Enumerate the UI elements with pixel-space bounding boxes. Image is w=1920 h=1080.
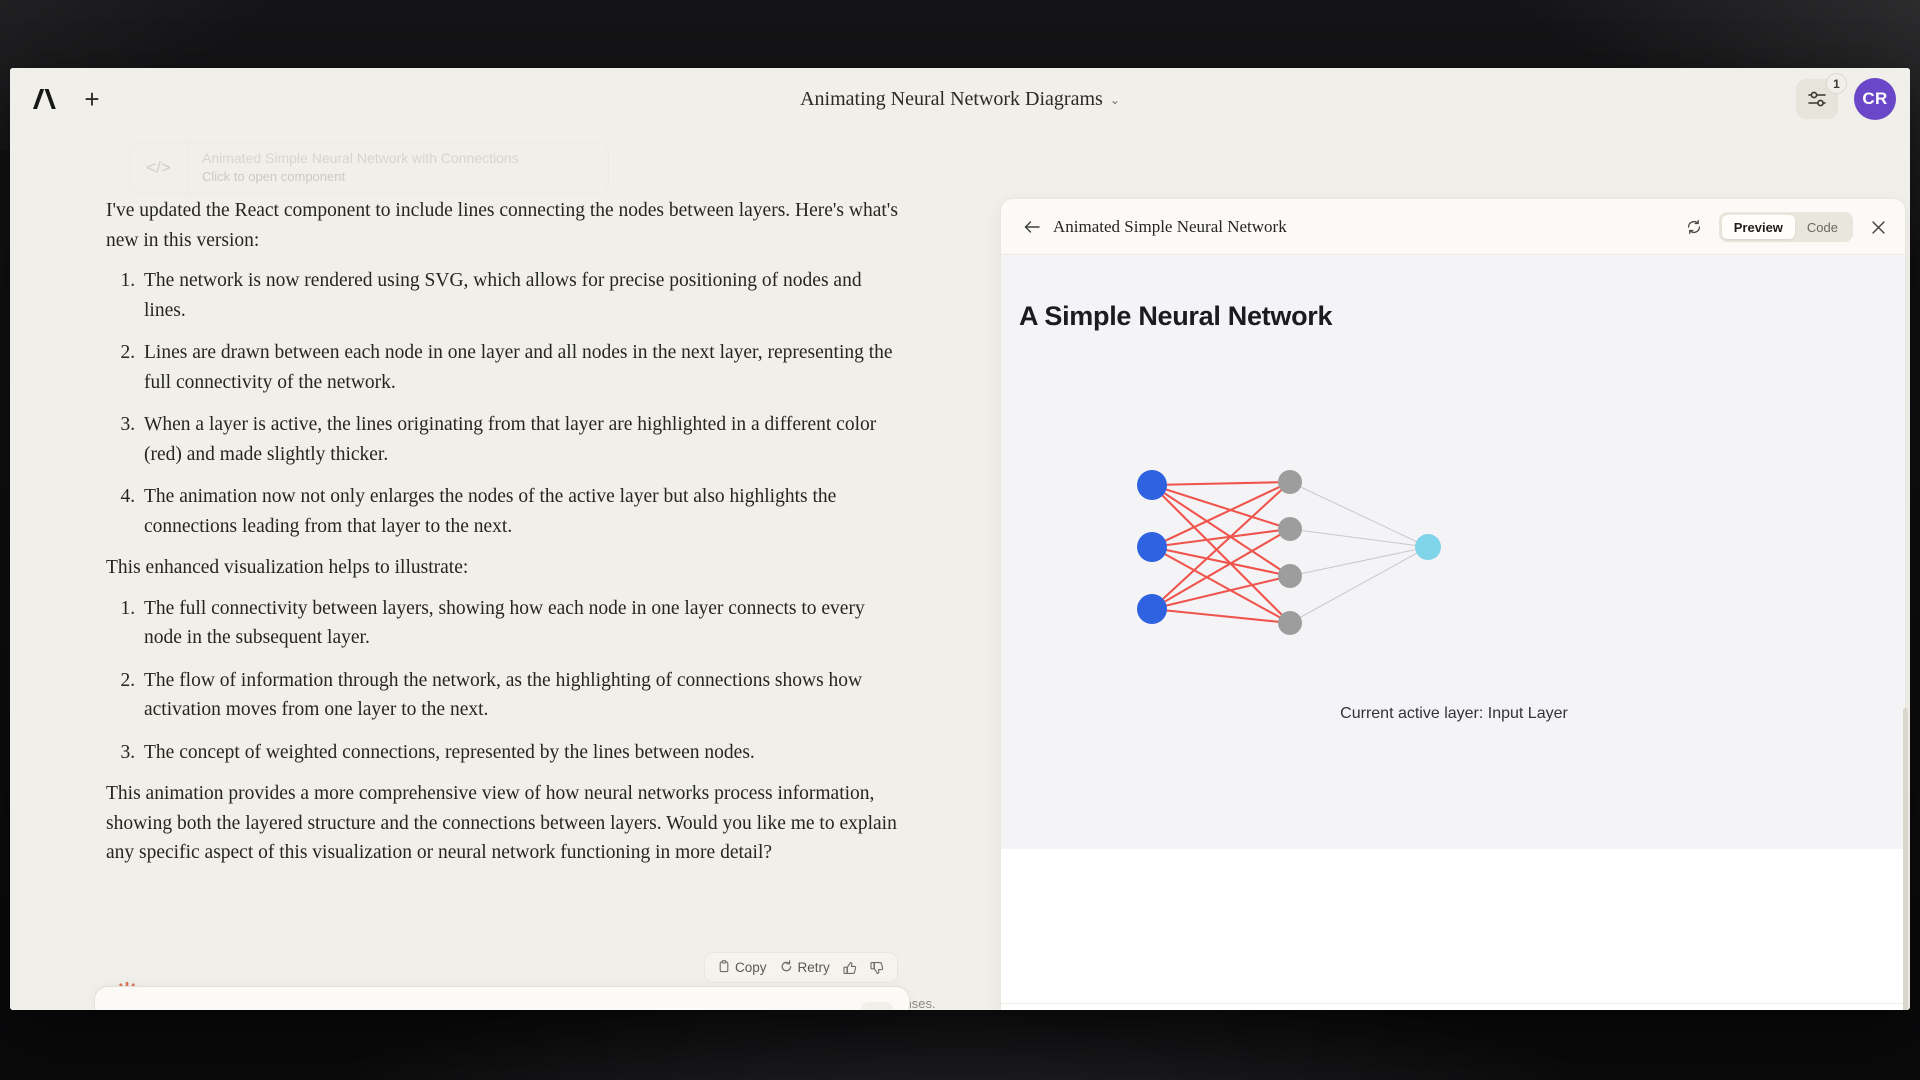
close-icon[interactable] (1865, 214, 1891, 240)
app-top-bar: + Animating Neural Network Diagrams ⌄ 1 (10, 68, 1910, 130)
page-scrollbar[interactable] (1903, 708, 1908, 1010)
conversation-scroll-region[interactable]: </> Animated Simple Neural Network with … (10, 130, 995, 942)
list-item: The animation now not only enlarges the … (140, 482, 906, 541)
new-chat-button[interactable]: + (77, 84, 107, 114)
list-item: Lines are drawn between each node in one… (140, 338, 906, 397)
app-bar-right-controls: 1 CR (1796, 68, 1896, 130)
chevron-down-icon: ⌄ (1109, 92, 1120, 107)
anthropic-logo-icon[interactable] (27, 85, 61, 113)
feature-list-one: The network is now rendered using SVG, w… (106, 266, 906, 541)
avatar[interactable]: CR (1854, 78, 1896, 120)
tab-code[interactable]: Code (1795, 215, 1850, 239)
artifact-card-subtitle: Click to open component (202, 169, 346, 185)
copy-label: Copy (735, 960, 767, 975)
message-composer[interactable]: Reply to Claude... Claude 3.5 Sonnet ⌄ (94, 986, 910, 1010)
list-item: When a layer is active, the lines origin… (140, 410, 906, 469)
artifact-footer: Version 2 of 2 (1001, 1003, 1905, 1010)
list-item: The flow of information through the netw… (140, 666, 906, 725)
neural-network-diagram (1137, 470, 1441, 635)
list-item: The full connectivity between layers, sh… (140, 594, 906, 653)
active-layer-label: Current active layer: Input Layer (1340, 705, 1568, 722)
preview-heading: A Simple Neural Network (1019, 301, 1333, 331)
artifact-inline-card[interactable]: </> Animated Simple Neural Network with … (129, 142, 609, 194)
tab-preview[interactable]: Preview (1721, 215, 1795, 239)
artifact-panel: Animated Simple Neural Network Preview C… (1000, 198, 1906, 1010)
preview-blank-area (1001, 849, 1905, 1009)
artifact-preview-viewport: A Simple Neural Network Current active l… (1001, 255, 1905, 849)
middle-paragraph: This enhanced visualization helps to ill… (106, 557, 469, 578)
copy-button[interactable]: Copy (718, 959, 767, 976)
list-item: The network is now rendered using SVG, w… (140, 266, 906, 325)
list-item: The concept of weighted connections, rep… (140, 738, 906, 768)
browser-window: + Animating Neural Network Diagrams ⌄ 1 (10, 68, 1910, 1010)
arrow-left-icon[interactable] (1017, 212, 1047, 242)
artifact-header: Animated Simple Neural Network Preview C… (1001, 199, 1905, 255)
message-action-bar: Copy Retry (704, 952, 898, 983)
retry-icon (780, 959, 793, 976)
retry-button[interactable]: Retry (780, 959, 830, 976)
thumbs-up-icon[interactable] (843, 961, 857, 975)
sliders-icon[interactable]: 1 (1796, 73, 1847, 119)
artifact-card-title: Animated Simple Neural Network with Conn… (202, 149, 519, 166)
desktop-backdrop: + Animating Neural Network Diagrams ⌄ 1 (0, 0, 1920, 1080)
clipboard-icon (718, 959, 730, 976)
intro-paragraph: I've updated the React component to incl… (106, 200, 898, 251)
preview-code-toggle: Preview Code (1718, 212, 1853, 242)
conversation-column: </> Animated Simple Neural Network with … (10, 130, 995, 1010)
assistant-message-body: I've updated the React component to incl… (106, 196, 906, 879)
refresh-icon[interactable] (1681, 214, 1707, 240)
chat-title-label: Animating Neural Network Diagrams (800, 87, 1103, 110)
code-brackets-icon: </> (130, 143, 188, 193)
paperclip-icon[interactable] (861, 1002, 893, 1010)
feature-list-two: The full connectivity between layers, sh… (106, 594, 906, 768)
closing-paragraph: This animation provides a more comprehen… (106, 783, 897, 863)
settings-badge-count: 1 (1826, 73, 1847, 94)
retry-label: Retry (797, 960, 830, 975)
chat-title-dropdown[interactable]: Animating Neural Network Diagrams ⌄ (800, 88, 1120, 111)
artifact-card-meta: Animated Simple Neural Network with Conn… (188, 150, 519, 186)
chat-title-container: Animating Neural Network Diagrams ⌄ (10, 68, 1910, 130)
artifact-title: Animated Simple Neural Network (1053, 216, 1287, 236)
thumbs-down-icon[interactable] (870, 961, 884, 975)
artifact-header-controls: Preview Code (1681, 199, 1891, 255)
